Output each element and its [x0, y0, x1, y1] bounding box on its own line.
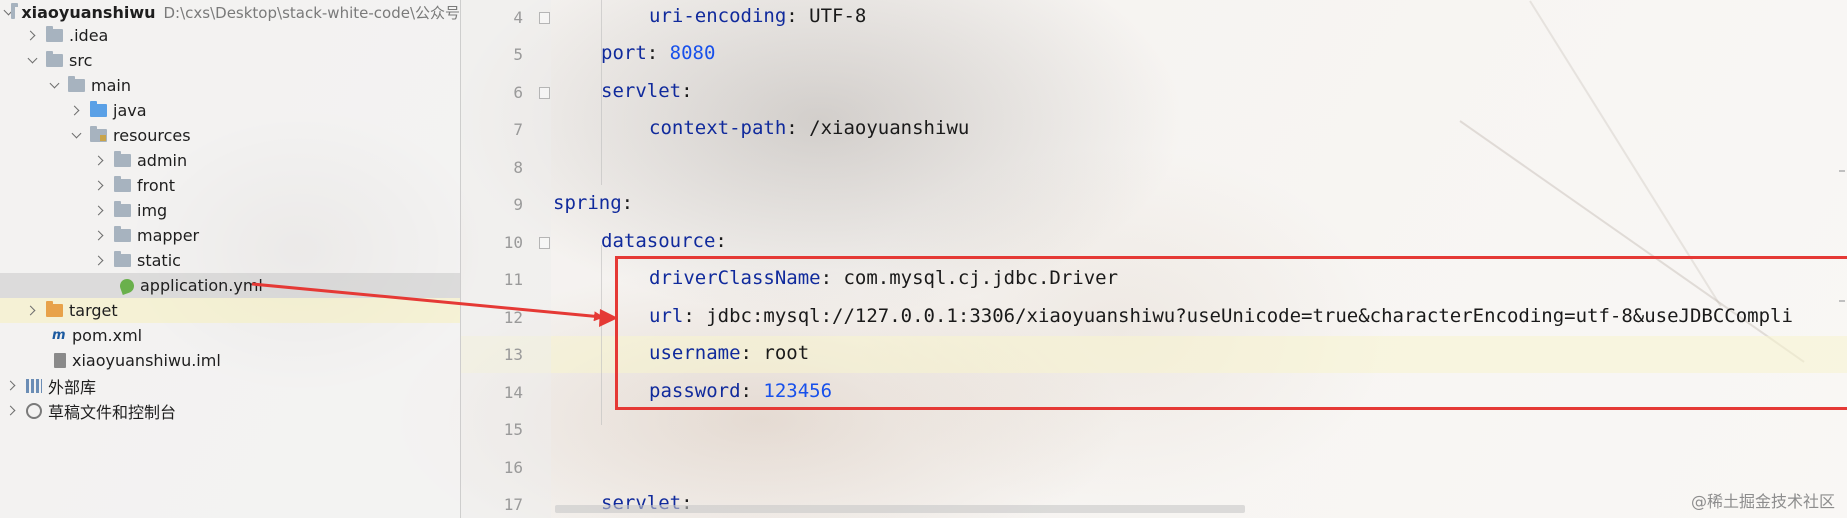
arrow-head-icon	[599, 309, 618, 327]
scrollbar-marker	[1839, 170, 1845, 172]
annotation-arrow	[251, 282, 618, 327]
scrollbar-marker	[1839, 300, 1845, 302]
watermark: @稀土掘金技术社区	[1690, 492, 1835, 511]
horizontal-scrollbar[interactable]	[555, 505, 1245, 513]
